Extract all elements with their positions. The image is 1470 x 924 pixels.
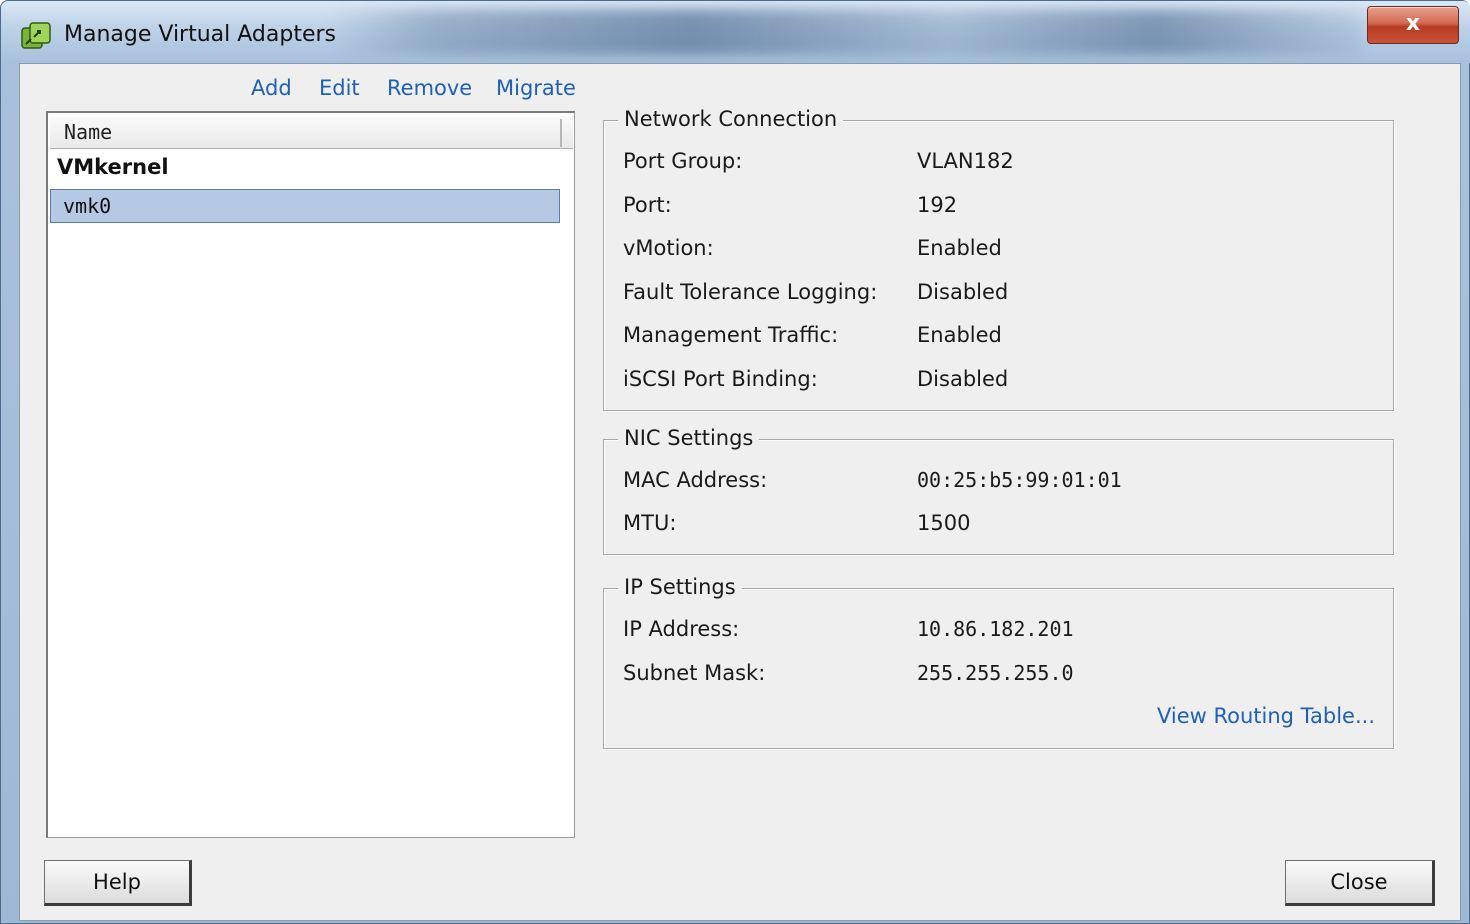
list-item[interactable]: vmk0: [50, 189, 560, 223]
nic-settings-group: NIC Settings MAC Address: 00:25:b5:99:01…: [603, 423, 1394, 555]
title-bar[interactable]: Manage Virtual Adapters x: [1, 1, 1470, 63]
ip-address-value: 10.86.182.201: [917, 617, 1074, 641]
group-title: NIC Settings: [618, 423, 760, 453]
group-title: Network Connection: [618, 104, 844, 134]
help-button[interactable]: Help: [44, 860, 192, 906]
ip-address-label: IP Address:: [623, 617, 740, 641]
list-item-label: vmk0: [63, 194, 112, 218]
ip-settings-group: IP Settings IP Address: 10.86.182.201 Su…: [603, 572, 1394, 749]
port-value: 192: [917, 193, 958, 217]
management-traffic-label: Management Traffic:: [623, 323, 839, 347]
adapter-list[interactable]: Name VMkernel vmk0: [46, 111, 575, 838]
subnet-mask-value: 255.255.255.0: [917, 661, 1074, 685]
iscsi-binding-label: iSCSI Port Binding:: [623, 367, 818, 391]
mtu-value: 1500: [917, 511, 971, 535]
port-group-label: Port Group:: [623, 149, 743, 173]
close-button[interactable]: Close: [1285, 860, 1435, 906]
port-group-value: VLAN182: [917, 149, 1014, 173]
dialog-window: Manage Virtual Adapters x Add Edit Remov…: [0, 0, 1470, 924]
management-traffic-value: Enabled: [917, 323, 1002, 347]
list-header[interactable]: Name: [50, 115, 573, 149]
window-title: Manage Virtual Adapters: [64, 22, 337, 47]
title-bar-background: [331, 9, 1361, 55]
mac-address-label: MAC Address:: [623, 468, 768, 492]
edit-link[interactable]: Edit: [319, 75, 360, 101]
vmotion-label: vMotion:: [623, 236, 714, 260]
vsphere-network-icon: [21, 22, 51, 49]
close-icon[interactable]: x: [1367, 6, 1459, 44]
list-group-vmkernel: VMkernel: [57, 155, 169, 179]
iscsi-binding-value: Disabled: [917, 367, 1009, 391]
remove-link[interactable]: Remove: [387, 75, 472, 101]
mtu-label: MTU:: [623, 511, 677, 535]
column-separator[interactable]: [560, 119, 562, 147]
vmotion-value: Enabled: [917, 236, 1002, 260]
group-title: IP Settings: [618, 572, 742, 602]
column-header-name[interactable]: Name: [64, 120, 112, 144]
view-routing-table-link[interactable]: View Routing Table...: [1157, 703, 1375, 729]
fault-tolerance-label: Fault Tolerance Logging:: [623, 280, 878, 304]
add-link[interactable]: Add: [251, 75, 292, 101]
fault-tolerance-value: Disabled: [917, 280, 1009, 304]
port-label: Port:: [623, 193, 672, 217]
mac-address-value: 00:25:b5:99:01:01: [917, 468, 1122, 492]
migrate-link[interactable]: Migrate: [496, 75, 576, 101]
network-connection-group: Network Connection Port Group: VLAN182 P…: [603, 104, 1394, 411]
subnet-mask-label: Subnet Mask:: [623, 661, 766, 685]
